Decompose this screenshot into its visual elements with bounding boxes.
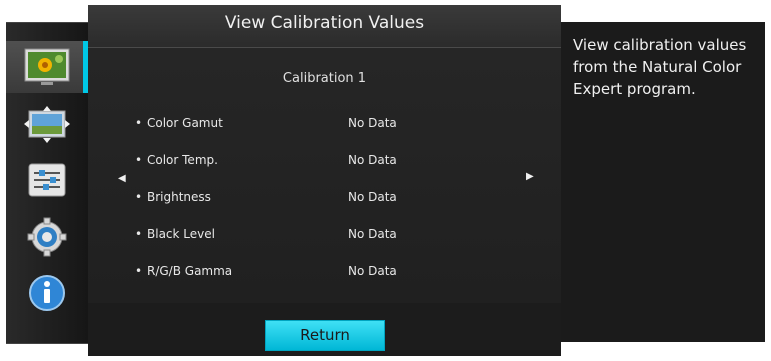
onscreen-display-icon[interactable]: [23, 105, 71, 145]
calibration-dialog: View Calibration Values Calibration 1 • …: [88, 5, 561, 356]
row-black-level: • Black Level No Data: [135, 227, 515, 245]
row-label: Brightness: [147, 190, 211, 204]
row-value: No Data: [348, 227, 397, 241]
bullet: •: [135, 190, 143, 204]
calibration-title: Calibration 1: [282, 71, 367, 86]
row-rgb-gamma: • R/G/B Gamma No Data: [135, 264, 515, 282]
picture-icon[interactable]: [23, 47, 71, 87]
settings-gear-icon[interactable]: [23, 217, 71, 257]
return-button[interactable]: Return: [265, 320, 385, 351]
side-menu: [6, 22, 88, 344]
help-text: View calibration values from the Natural…: [573, 36, 747, 98]
row-value: No Data: [348, 153, 397, 167]
bullet: •: [135, 264, 143, 278]
row-label: Black Level: [147, 227, 215, 241]
row-brightness: • Brightness No Data: [135, 190, 515, 208]
row-value: No Data: [348, 190, 397, 204]
bullet: •: [135, 153, 143, 167]
system-sliders-icon[interactable]: [23, 160, 71, 200]
information-icon[interactable]: [23, 273, 71, 313]
prev-page-arrow-icon[interactable]: ◀: [118, 173, 126, 184]
bullet: •: [135, 116, 143, 130]
row-color-gamut: • Color Gamut No Data: [135, 116, 515, 134]
row-label: Color Temp.: [147, 153, 218, 167]
row-color-temp: • Color Temp. No Data: [135, 153, 515, 171]
row-label: Color Gamut: [147, 116, 223, 130]
dialog-header: View Calibration Values: [88, 5, 561, 48]
help-panel: View calibration values from the Natural…: [561, 22, 765, 342]
row-value: No Data: [348, 264, 397, 278]
dialog-title: View Calibration Values: [224, 13, 425, 33]
bullet: •: [135, 227, 143, 241]
row-value: No Data: [348, 116, 397, 130]
row-label: R/G/B Gamma: [147, 264, 233, 278]
next-page-arrow-icon[interactable]: ▶: [526, 171, 534, 182]
